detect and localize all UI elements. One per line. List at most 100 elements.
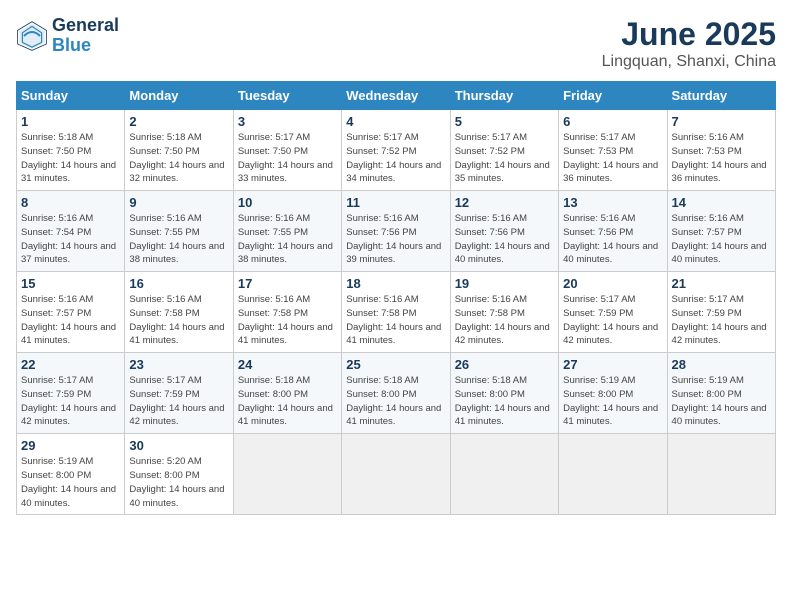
calendar-week-2: 8 Sunrise: 5:16 AMSunset: 7:54 PMDaylight… bbox=[17, 191, 776, 272]
day-info: Sunrise: 5:18 AMSunset: 8:00 PMDaylight:… bbox=[238, 375, 333, 427]
header-row: SundayMondayTuesdayWednesdayThursdayFrid… bbox=[17, 82, 776, 110]
day-info: Sunrise: 5:16 AMSunset: 7:58 PMDaylight:… bbox=[238, 294, 333, 346]
calendar-table: SundayMondayTuesdayWednesdayThursdayFrid… bbox=[16, 81, 776, 515]
day-info: Sunrise: 5:18 AMSunset: 8:00 PMDaylight:… bbox=[455, 375, 550, 427]
day-number: 28 bbox=[672, 357, 771, 372]
day-number: 18 bbox=[346, 276, 445, 291]
day-info: Sunrise: 5:16 AMSunset: 7:55 PMDaylight:… bbox=[238, 213, 333, 265]
calendar-cell: 9Sunrise: 5:16 AMSunset: 7:55 PMDaylight… bbox=[125, 191, 233, 272]
day-number: 19 bbox=[455, 276, 554, 291]
day-number: 17 bbox=[238, 276, 337, 291]
day-number: 10 bbox=[238, 195, 337, 210]
day-number: 20 bbox=[563, 276, 662, 291]
calendar-week-3: 15 Sunrise: 5:16 AMSunset: 7:57 PMDayligh… bbox=[17, 272, 776, 353]
day-info: Sunrise: 5:16 AMSunset: 7:58 PMDaylight:… bbox=[455, 294, 550, 346]
calendar-cell: 29 Sunrise: 5:19 AMSunset: 8:00 PMDayligh… bbox=[17, 434, 125, 515]
day-number: 4 bbox=[346, 114, 445, 129]
day-info: Sunrise: 5:17 AMSunset: 7:59 PMDaylight:… bbox=[563, 294, 658, 346]
calendar-subtitle: Lingquan, Shanxi, China bbox=[602, 53, 776, 71]
day-number: 7 bbox=[672, 114, 771, 129]
day-number: 16 bbox=[129, 276, 228, 291]
calendar-cell: 18 Sunrise: 5:16 AMSunset: 7:58 PMDayligh… bbox=[342, 272, 450, 353]
day-number: 2 bbox=[129, 114, 228, 129]
logo-general: General bbox=[52, 16, 119, 36]
calendar-cell: 19 Sunrise: 5:16 AMSunset: 7:58 PMDayligh… bbox=[450, 272, 558, 353]
logo-blue: Blue bbox=[52, 36, 119, 56]
calendar-week-1: 1 Sunrise: 5:18 AMSunset: 7:50 PMDaylight… bbox=[17, 110, 776, 191]
calendar-cell bbox=[559, 434, 667, 515]
day-number: 21 bbox=[672, 276, 771, 291]
calendar-cell: 25Sunrise: 5:18 AMSunset: 8:00 PMDayligh… bbox=[342, 353, 450, 434]
calendar-cell: 6Sunrise: 5:17 AMSunset: 7:53 PMDaylight… bbox=[559, 110, 667, 191]
calendar-cell: 3Sunrise: 5:17 AMSunset: 7:50 PMDaylight… bbox=[233, 110, 341, 191]
day-number: 12 bbox=[455, 195, 554, 210]
calendar-cell: 26 Sunrise: 5:18 AMSunset: 8:00 PMDayligh… bbox=[450, 353, 558, 434]
day-info: Sunrise: 5:18 AMSunset: 7:50 PMDaylight:… bbox=[21, 132, 116, 184]
calendar-cell: 15 Sunrise: 5:16 AMSunset: 7:57 PMDayligh… bbox=[17, 272, 125, 353]
day-number: 11 bbox=[346, 195, 445, 210]
page-header: General Blue June 2025 Lingquan, Shanxi,… bbox=[16, 16, 776, 71]
day-number: 14 bbox=[672, 195, 771, 210]
logo: General Blue bbox=[16, 16, 119, 56]
calendar-title: June 2025 bbox=[602, 16, 776, 53]
calendar-cell: 12 Sunrise: 5:16 AMSunset: 7:56 PMDayligh… bbox=[450, 191, 558, 272]
calendar-week-5: 29 Sunrise: 5:19 AMSunset: 8:00 PMDayligh… bbox=[17, 434, 776, 515]
day-info: Sunrise: 5:17 AMSunset: 7:59 PMDaylight:… bbox=[672, 294, 767, 346]
day-info: Sunrise: 5:19 AMSunset: 8:00 PMDaylight:… bbox=[672, 375, 767, 427]
day-info: Sunrise: 5:16 AMSunset: 7:57 PMDaylight:… bbox=[21, 294, 116, 346]
day-info: Sunrise: 5:16 AMSunset: 7:54 PMDaylight:… bbox=[21, 213, 116, 265]
calendar-cell: 30Sunrise: 5:20 AMSunset: 8:00 PMDayligh… bbox=[125, 434, 233, 515]
header-thursday: Thursday bbox=[450, 82, 558, 110]
calendar-cell: 14 Sunrise: 5:16 AMSunset: 7:57 PMDayligh… bbox=[667, 191, 775, 272]
calendar-cell bbox=[342, 434, 450, 515]
calendar-cell bbox=[667, 434, 775, 515]
day-info: Sunrise: 5:17 AMSunset: 7:52 PMDaylight:… bbox=[455, 132, 550, 184]
day-info: Sunrise: 5:18 AMSunset: 8:00 PMDaylight:… bbox=[346, 375, 441, 427]
calendar-cell: 8 Sunrise: 5:16 AMSunset: 7:54 PMDaylight… bbox=[17, 191, 125, 272]
day-info: Sunrise: 5:16 AMSunset: 7:53 PMDaylight:… bbox=[672, 132, 767, 184]
header-wednesday: Wednesday bbox=[342, 82, 450, 110]
day-number: 24 bbox=[238, 357, 337, 372]
calendar-cell: 17 Sunrise: 5:16 AMSunset: 7:58 PMDayligh… bbox=[233, 272, 341, 353]
day-number: 5 bbox=[455, 114, 554, 129]
day-info: Sunrise: 5:19 AMSunset: 8:00 PMDaylight:… bbox=[21, 456, 116, 508]
calendar-cell: 24 Sunrise: 5:18 AMSunset: 8:00 PMDayligh… bbox=[233, 353, 341, 434]
day-info: Sunrise: 5:16 AMSunset: 7:58 PMDaylight:… bbox=[346, 294, 441, 346]
day-info: Sunrise: 5:16 AMSunset: 7:57 PMDaylight:… bbox=[672, 213, 767, 265]
calendar-cell: 16Sunrise: 5:16 AMSunset: 7:58 PMDayligh… bbox=[125, 272, 233, 353]
calendar-cell: 7 Sunrise: 5:16 AMSunset: 7:53 PMDaylight… bbox=[667, 110, 775, 191]
header-saturday: Saturday bbox=[667, 82, 775, 110]
day-info: Sunrise: 5:17 AMSunset: 7:53 PMDaylight:… bbox=[563, 132, 658, 184]
day-number: 15 bbox=[21, 276, 120, 291]
calendar-cell: 1 Sunrise: 5:18 AMSunset: 7:50 PMDaylight… bbox=[17, 110, 125, 191]
calendar-cell: 21 Sunrise: 5:17 AMSunset: 7:59 PMDayligh… bbox=[667, 272, 775, 353]
day-info: Sunrise: 5:18 AMSunset: 7:50 PMDaylight:… bbox=[129, 132, 224, 184]
logo-text: General Blue bbox=[52, 16, 119, 56]
title-area: June 2025 Lingquan, Shanxi, China bbox=[602, 16, 776, 71]
calendar-cell: 4Sunrise: 5:17 AMSunset: 7:52 PMDaylight… bbox=[342, 110, 450, 191]
header-tuesday: Tuesday bbox=[233, 82, 341, 110]
header-sunday: Sunday bbox=[17, 82, 125, 110]
day-info: Sunrise: 5:16 AMSunset: 7:56 PMDaylight:… bbox=[455, 213, 550, 265]
day-number: 26 bbox=[455, 357, 554, 372]
calendar-cell: 11Sunrise: 5:16 AMSunset: 7:56 PMDayligh… bbox=[342, 191, 450, 272]
logo-icon bbox=[16, 20, 48, 52]
day-info: Sunrise: 5:17 AMSunset: 7:59 PMDaylight:… bbox=[21, 375, 116, 427]
day-info: Sunrise: 5:16 AMSunset: 7:56 PMDaylight:… bbox=[563, 213, 658, 265]
calendar-cell: 27 Sunrise: 5:19 AMSunset: 8:00 PMDayligh… bbox=[559, 353, 667, 434]
day-number: 29 bbox=[21, 438, 120, 453]
day-number: 3 bbox=[238, 114, 337, 129]
calendar-cell: 28 Sunrise: 5:19 AMSunset: 8:00 PMDayligh… bbox=[667, 353, 775, 434]
day-number: 1 bbox=[21, 114, 120, 129]
day-info: Sunrise: 5:19 AMSunset: 8:00 PMDaylight:… bbox=[563, 375, 658, 427]
calendar-cell: 13Sunrise: 5:16 AMSunset: 7:56 PMDayligh… bbox=[559, 191, 667, 272]
calendar-week-4: 22 Sunrise: 5:17 AMSunset: 7:59 PMDayligh… bbox=[17, 353, 776, 434]
day-number: 23 bbox=[129, 357, 228, 372]
day-number: 8 bbox=[21, 195, 120, 210]
calendar-cell: 5 Sunrise: 5:17 AMSunset: 7:52 PMDaylight… bbox=[450, 110, 558, 191]
day-info: Sunrise: 5:20 AMSunset: 8:00 PMDaylight:… bbox=[129, 456, 224, 508]
calendar-cell: 23 Sunrise: 5:17 AMSunset: 7:59 PMDayligh… bbox=[125, 353, 233, 434]
day-number: 27 bbox=[563, 357, 662, 372]
day-number: 22 bbox=[21, 357, 120, 372]
day-info: Sunrise: 5:17 AMSunset: 7:59 PMDaylight:… bbox=[129, 375, 224, 427]
